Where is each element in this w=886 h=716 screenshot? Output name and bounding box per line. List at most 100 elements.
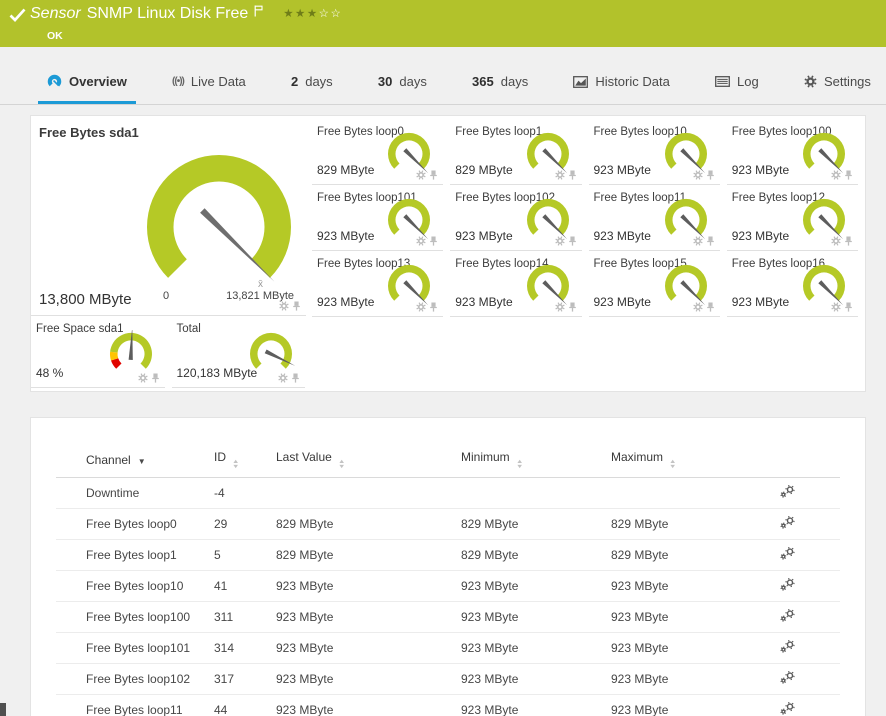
gear-icon[interactable]: [555, 236, 565, 246]
gauge-value: 923 MByte: [594, 163, 651, 177]
gear-icon[interactable]: [416, 236, 426, 246]
pin-icon[interactable]: [429, 236, 438, 246]
gauge-chart: [797, 262, 855, 308]
gear-icon[interactable]: [555, 170, 565, 180]
edit-channel-icon[interactable]: [756, 485, 796, 498]
pin-icon[interactable]: [151, 373, 160, 383]
table-row[interactable]: Free Bytes loop100311923 MByte923 MByte9…: [56, 602, 840, 633]
star-empty-icon[interactable]: ☆: [330, 8, 342, 20]
cell-channel: Free Bytes loop102: [56, 664, 214, 695]
cell-last: 923 MByte: [276, 571, 461, 602]
column-header-id[interactable]: ID▲▼: [214, 442, 276, 478]
pin-icon[interactable]: [706, 236, 715, 246]
table-header-row: Channel▼ID▲▼Last Value▲▼Minimum▲▼Maximum…: [56, 442, 840, 478]
flag-icon[interactable]: [254, 5, 263, 17]
pin-icon[interactable]: [706, 170, 715, 180]
gauge-value: 120,183 MByte: [177, 366, 258, 380]
tab-2-days[interactable]: 2 days: [282, 62, 342, 104]
sort-icon: ▲▼: [339, 460, 344, 469]
gear-icon[interactable]: [279, 301, 289, 311]
gear-icon[interactable]: [555, 302, 565, 312]
pin-icon[interactable]: [844, 302, 853, 312]
table-row[interactable]: Free Bytes loop15829 MByte829 MByte829 M…: [56, 540, 840, 571]
table-row[interactable]: Free Bytes loop102317923 MByte923 MByte9…: [56, 664, 840, 695]
edit-channel-icon[interactable]: [756, 609, 796, 622]
tab-log[interactable]: Log: [706, 62, 768, 104]
sort-icon: ▲▼: [670, 460, 675, 469]
table-row[interactable]: Downtime-4: [56, 478, 840, 509]
pin-icon[interactable]: [568, 236, 577, 246]
table-row[interactable]: Free Bytes loop1144923 MByte923 MByte923…: [56, 695, 840, 716]
gauge-chart: [797, 196, 855, 242]
star-filled-icon[interactable]: ★: [295, 8, 307, 20]
edit-channel-icon[interactable]: [756, 671, 796, 684]
cell-last: 923 MByte: [276, 695, 461, 716]
gauge-chart: [521, 130, 579, 176]
gear-icon[interactable]: [278, 373, 288, 383]
pin-icon[interactable]: [429, 302, 438, 312]
pin-icon[interactable]: [568, 170, 577, 180]
tab-live-data[interactable]: ((•)) Live Data: [163, 62, 255, 104]
cell-max: 923 MByte: [611, 633, 756, 664]
gear-icon[interactable]: [693, 236, 703, 246]
sort-icon: ▲▼: [233, 460, 238, 469]
edit-channel-icon[interactable]: [756, 640, 796, 653]
tab-overview[interactable]: Overview: [38, 62, 136, 104]
column-header-maximum[interactable]: Maximum▲▼: [611, 442, 756, 478]
edit-channel-icon[interactable]: [756, 578, 796, 591]
pin-icon[interactable]: [844, 236, 853, 246]
edit-channel-icon[interactable]: [756, 547, 796, 560]
gear-icon[interactable]: [416, 170, 426, 180]
tab-30-days[interactable]: 30 days: [369, 62, 436, 104]
pin-icon[interactable]: [291, 373, 300, 383]
pin-icon[interactable]: [292, 301, 301, 311]
gear-icon[interactable]: [693, 170, 703, 180]
chart-icon: [573, 76, 588, 88]
tab-settings[interactable]: Settings: [795, 62, 880, 104]
tab-label: days: [305, 74, 332, 89]
star-filled-icon[interactable]: ★: [307, 8, 319, 20]
cell-max: 923 MByte: [611, 695, 756, 716]
pin-icon[interactable]: [568, 302, 577, 312]
gauge-chart: [521, 262, 579, 308]
gauge-tile: Free Bytes loop10 923 MByte: [589, 119, 720, 185]
cell-id: 29: [214, 509, 276, 540]
gear-icon[interactable]: [138, 373, 148, 383]
priority-stars[interactable]: ★★★☆☆: [283, 6, 342, 20]
tab-historic-data[interactable]: Historic Data: [564, 62, 678, 104]
star-filled-icon[interactable]: ★: [283, 8, 295, 20]
column-header-actions: [756, 442, 840, 478]
gauge-value: 923 MByte: [732, 229, 789, 243]
log-icon: [715, 76, 730, 87]
pin-icon[interactable]: [429, 170, 438, 180]
pin-icon[interactable]: [844, 170, 853, 180]
column-header-channel[interactable]: Channel▼: [56, 442, 214, 478]
table-row[interactable]: Free Bytes loop101314923 MByte923 MByte9…: [56, 633, 840, 664]
column-header-minimum[interactable]: Minimum▲▼: [461, 442, 611, 478]
gauge-chart: [382, 262, 440, 308]
sensor-header: Sensor SNMP Linux Disk Free ★★★☆☆ OK: [0, 0, 886, 47]
tab-365-days[interactable]: 365 days: [463, 62, 537, 104]
gear-icon[interactable]: [831, 236, 841, 246]
cell-max: 923 MByte: [611, 602, 756, 633]
sort-icon: ▲▼: [517, 460, 522, 469]
cell-id: 41: [214, 571, 276, 602]
gear-icon[interactable]: [693, 302, 703, 312]
gauge-value: 923 MByte: [594, 295, 651, 309]
table-row[interactable]: Free Bytes loop1041923 MByte923 MByte923…: [56, 571, 840, 602]
pin-icon[interactable]: [706, 302, 715, 312]
edit-channel-icon[interactable]: [756, 702, 796, 715]
gauge-tile: Total 120,183 MByte: [172, 316, 306, 388]
gear-icon[interactable]: [831, 302, 841, 312]
star-empty-icon[interactable]: ☆: [319, 8, 331, 20]
gear-icon[interactable]: [831, 170, 841, 180]
gear-icon[interactable]: [416, 302, 426, 312]
tab-number: 30: [378, 74, 392, 89]
table-row[interactable]: Free Bytes loop029829 MByte829 MByte829 …: [56, 509, 840, 540]
cell-channel: Free Bytes loop11: [56, 695, 214, 716]
cell-last: 923 MByte: [276, 633, 461, 664]
column-header-last-value[interactable]: Last Value▲▼: [276, 442, 461, 478]
edit-channel-icon[interactable]: [756, 516, 796, 529]
gauge-grid: Free Bytes loop0 829 MByte Free Bytes lo…: [312, 116, 865, 391]
gauge-tile: Free Space sda1 48 %: [31, 316, 165, 388]
